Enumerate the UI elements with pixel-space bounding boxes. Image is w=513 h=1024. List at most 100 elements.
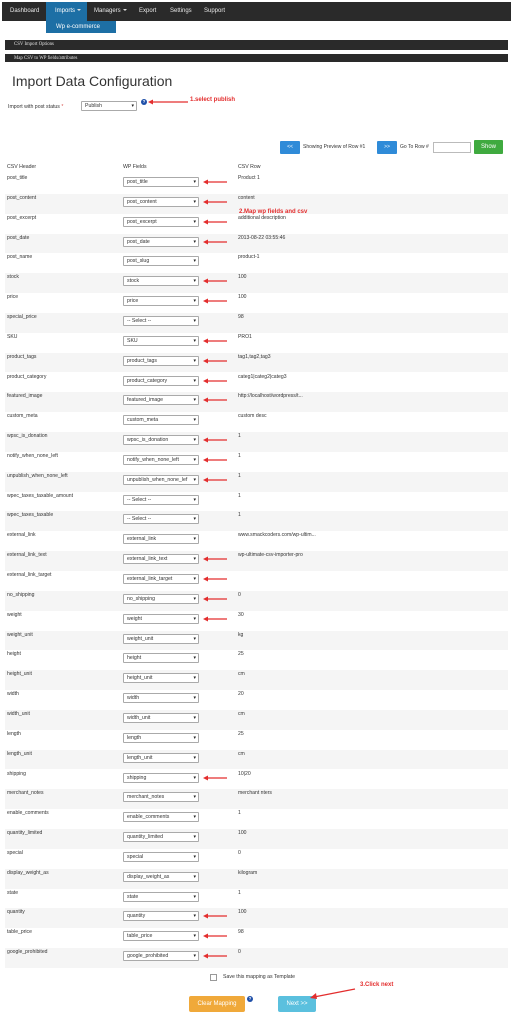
chevron-down-icon: ▾ (193, 615, 196, 622)
wp-field-select[interactable]: -- Select -- ▾ (123, 315, 199, 326)
csv-row-value: 100 (238, 294, 247, 301)
wp-field-value: product_category (127, 377, 168, 384)
csv-row-value: 1 (238, 492, 241, 499)
post-status-select[interactable]: Publish ▾ (81, 101, 137, 111)
wp-field-value: -- Select -- (127, 317, 152, 324)
chevron-down-icon: ▾ (193, 417, 196, 424)
wp-field-select[interactable]: stock ▾ (123, 276, 199, 287)
show-button[interactable]: Show (474, 140, 503, 154)
arrow-left-icon (203, 457, 227, 463)
wp-field-select[interactable]: quantity_limited ▾ (123, 832, 199, 843)
csv-row-value: kg (238, 631, 244, 638)
chevron-down-icon: ▾ (193, 655, 196, 662)
wp-field-select[interactable]: featured_image ▾ (123, 395, 199, 406)
wp-field-value: external_link_target (127, 576, 173, 582)
wp-field-select[interactable]: state ▾ (123, 891, 199, 902)
chevron-down-icon: ▾ (193, 377, 196, 384)
goto-row-input[interactable] (433, 142, 471, 153)
csv-header-cell: height_unit (7, 671, 32, 678)
wp-field-select[interactable]: weight ▾ (123, 613, 199, 624)
wp-field-select[interactable]: width ▾ (123, 693, 199, 704)
wp-field-select[interactable]: product_category ▾ (123, 375, 199, 386)
wp-field-value: -- Select -- (127, 516, 152, 523)
wp-field-select[interactable]: enable_comments ▾ (123, 812, 199, 823)
wp-field-select[interactable]: unpublish_when_none_lef ▾ (123, 474, 199, 485)
nav-support[interactable]: Support (204, 2, 230, 21)
wp-field-value: weight (127, 615, 142, 622)
wp-field-select[interactable]: external_link_target ▾ (123, 574, 199, 584)
csv-row-value: cm (238, 671, 245, 678)
wp-field-select[interactable]: post_excerpt ▾ (123, 216, 199, 227)
csv-header-cell: no_shipping (7, 591, 35, 598)
required-mark: * (61, 104, 64, 110)
next-row-button[interactable]: >> (377, 141, 397, 154)
nav-export[interactable]: Export (139, 2, 161, 21)
csv-row-value: 98 (238, 929, 244, 936)
wp-field-select[interactable]: post_slug ▾ (123, 256, 199, 267)
clear-mapping-button[interactable]: Clear Mapping (189, 996, 245, 1012)
wp-field-select[interactable]: height ▾ (123, 653, 199, 664)
csv-row-value: 1 (238, 472, 241, 479)
csv-header-cell: featured_image (7, 393, 43, 400)
csv-row-value: product-1 (238, 254, 260, 261)
nav-imports[interactable]: Imports (46, 2, 87, 21)
top-nav: Dashboard Imports Managers Export Settin… (2, 2, 511, 21)
wp-field-value: no_shipping (127, 595, 155, 602)
nav-dashboard[interactable]: Dashboard (10, 2, 44, 21)
csv-row-value: www.smackcoders.com/wp-ultim... (238, 532, 316, 539)
wp-field-select[interactable]: google_prohibited ▾ (123, 951, 199, 962)
wp-field-select[interactable]: length ▾ (123, 732, 199, 743)
wp-field-value: notify_when_none_left (127, 456, 179, 463)
arrow-left-icon (203, 219, 227, 225)
wp-field-select[interactable]: merchant_notes ▾ (123, 792, 199, 803)
wp-field-select[interactable]: no_shipping ▾ (123, 593, 199, 604)
nav-settings[interactable]: Settings (170, 2, 194, 21)
csv-import-options-bar[interactable]: CSV Import Options (5, 40, 508, 50)
wp-field-select[interactable]: custom_meta ▾ (123, 415, 199, 426)
wp-field-select[interactable]: length_unit ▾ (123, 752, 199, 763)
wp-field-select[interactable]: weight_unit ▾ (123, 633, 199, 644)
wp-field-select[interactable]: table_price ▾ (123, 931, 199, 942)
table-row: google_prohibited google_prohibited ▾ 0 (5, 948, 508, 968)
wp-field-select[interactable]: price ▾ (123, 296, 199, 307)
chevron-down-icon: ▾ (193, 218, 196, 225)
wp-field-select[interactable]: notify_when_none_left ▾ (123, 454, 199, 465)
help-icon[interactable]: ? (141, 99, 147, 105)
wp-field-select[interactable]: -- Select -- ▾ (123, 514, 199, 525)
wp-field-select[interactable]: -- Select -- ▾ (123, 494, 199, 505)
chevron-down-icon: ▾ (193, 536, 196, 543)
wp-field-select[interactable]: external_link ▾ (123, 534, 199, 545)
table-row: custom_meta custom_meta ▾ custom desc (5, 412, 508, 432)
wp-field-select[interactable]: SKU ▾ (123, 335, 199, 346)
wp-field-select[interactable]: quantity ▾ (123, 911, 199, 922)
arrow-left-icon (203, 953, 227, 959)
csv-header-cell: wpec_taxes_taxable_amount (7, 492, 73, 499)
table-row: height height ▾ 25 (5, 650, 508, 670)
csv-header-cell: post_excerpt (7, 214, 37, 221)
wp-field-value: external_link_text (127, 556, 168, 563)
wp-field-select[interactable]: post_content ▾ (123, 196, 199, 207)
imports-dropdown-item[interactable]: Wp e-commerce (46, 21, 116, 33)
wp-field-value: google_prohibited (127, 953, 169, 960)
csv-row-value: content (238, 194, 255, 201)
csv-row-value: 100 (238, 909, 247, 916)
prev-row-button[interactable]: << (280, 141, 300, 154)
wp-field-select[interactable]: product_tags ▾ (123, 355, 199, 366)
chevron-down-icon: ▾ (193, 734, 196, 741)
wp-field-select[interactable]: width_unit ▾ (123, 712, 199, 723)
nav-managers[interactable]: Managers (94, 2, 130, 21)
wp-field-select[interactable]: special ▾ (123, 851, 199, 862)
help-icon[interactable]: ? (247, 996, 253, 1002)
wp-field-select[interactable]: height_unit ▾ (123, 673, 199, 684)
save-mapping-checkbox[interactable] (210, 974, 217, 981)
wp-field-select[interactable]: post_title ▾ (123, 177, 199, 187)
wp-field-select[interactable]: shipping ▾ (123, 772, 199, 783)
wp-field-select[interactable]: post_date ▾ (123, 236, 199, 247)
wp-field-value: width_unit (127, 714, 151, 721)
wp-field-value: special (127, 853, 144, 860)
wp-field-select[interactable]: wpsc_is_donation ▾ (123, 435, 199, 446)
wp-field-select[interactable]: external_link_text ▾ (123, 554, 199, 565)
csv-header-cell: shipping (7, 770, 26, 777)
table-row: quantity_limited quantity_limited ▾ 100 (5, 829, 508, 849)
wp-field-select[interactable]: display_weight_as ▾ (123, 871, 199, 882)
